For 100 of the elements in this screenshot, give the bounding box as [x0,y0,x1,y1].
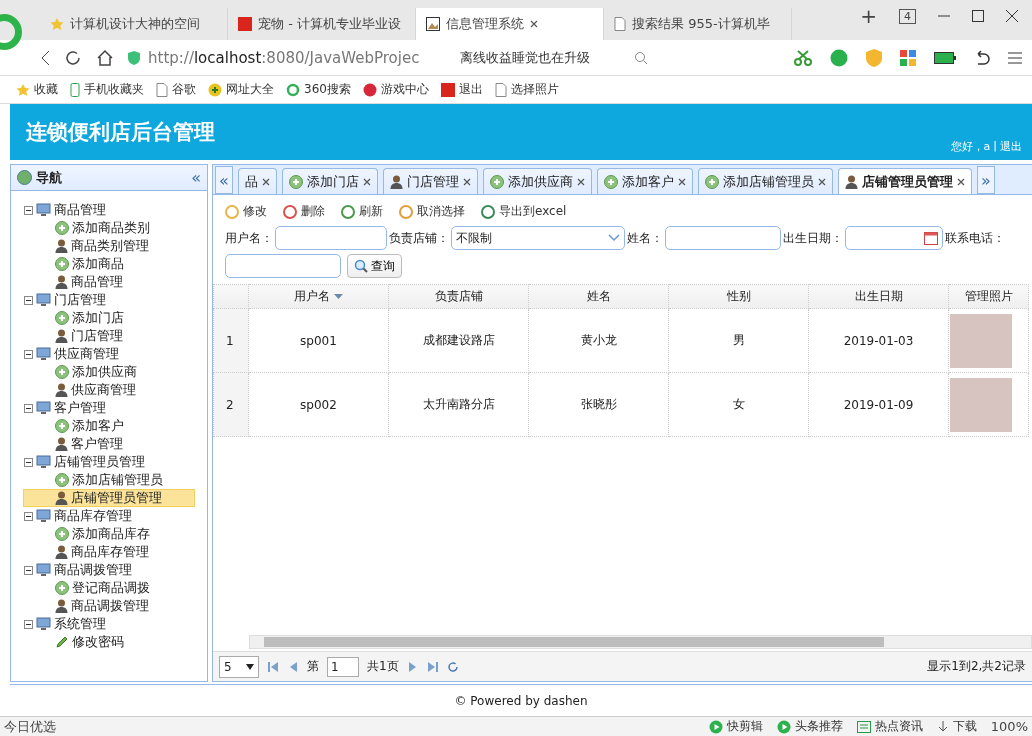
tree-item[interactable]: 添加店铺管理员 [23,471,195,489]
column-header[interactable]: 性别 [668,284,809,309]
collapse-toggle-icon[interactable] [24,457,33,467]
date-field[interactable] [845,226,943,250]
tab[interactable]: 店铺管理员管理 [838,168,972,194]
tree-item[interactable]: 供应商管理 [23,381,195,399]
tab[interactable]: 添加店铺管理员 [698,168,833,194]
toolbar-button[interactable]: 取消选择 [397,201,467,222]
tab[interactable]: 门店管理 [383,168,478,194]
search-field[interactable]: 离线收益睡觉也在升级 [460,48,620,67]
column-header[interactable]: 管理照片 [948,284,1029,309]
input-field[interactable] [275,226,387,250]
scroll-right-button[interactable]: » [977,166,995,194]
browser-tab[interactable]: 信息管理系统 [416,8,604,40]
toolbar-button[interactable]: 修改 [223,201,269,222]
tree-item[interactable]: 添加商品类别 [23,219,195,237]
store-select[interactable]: 不限制 [451,226,625,250]
zoom-level[interactable]: 100% [990,719,1028,734]
close-icon[interactable] [957,177,965,186]
scissors-icon[interactable] [794,49,812,66]
input-field[interactable] [665,226,781,250]
close-icon[interactable] [818,177,826,186]
tree-item[interactable]: 商品类别管理 [23,237,195,255]
tab[interactable]: 添加门店 [282,168,378,194]
status-link[interactable]: 快剪辑 [708,718,763,735]
calendar-icon[interactable] [924,231,938,245]
close-icon[interactable] [363,177,371,186]
collapse-toggle-icon[interactable] [24,205,33,215]
maximize-icon[interactable] [972,10,984,22]
bookmark-link[interactable]: 网址大全 [208,81,274,98]
address-field[interactable]: http://localhost:8080/JavaWebProjec [128,48,446,67]
back-icon[interactable] [40,49,50,66]
collapse-toggle-icon[interactable] [24,511,33,521]
status-link[interactable]: 下载 [936,718,977,735]
column-header[interactable]: 出生日期 [808,284,949,309]
tab[interactable]: 品 [238,168,277,194]
tree-item[interactable]: 商品调拨管理 [23,561,195,579]
battery-icon[interactable] [934,51,956,64]
menu-icon[interactable] [1008,50,1022,65]
bookmark-link[interactable]: 手机收藏夹 [70,81,144,98]
status-link[interactable]: 热点资讯 [856,718,923,735]
search-icon[interactable] [634,50,648,65]
tree-item[interactable]: 门店管理 [23,327,195,345]
toolbar-button[interactable]: 删除 [281,201,327,222]
tree-item[interactable]: 添加门店 [23,309,195,327]
column-header[interactable]: 负责店铺 [388,284,529,309]
close-icon[interactable] [262,177,270,186]
reload-icon[interactable] [64,48,82,67]
collapse-toggle-icon[interactable] [24,565,33,575]
close-icon[interactable] [678,177,686,186]
tree-item[interactable]: 添加商品 [23,255,195,273]
tree-item[interactable]: 系统管理 [23,615,195,633]
status-link[interactable]: 头条推荐 [776,718,843,735]
tree-item[interactable]: 门店管理 [23,291,195,309]
tree-item[interactable]: 添加商品库存 [23,525,195,543]
close-icon[interactable] [463,177,471,186]
bookmark-link[interactable]: 谷歌 [156,81,196,98]
tree-item[interactable]: 商品管理 [23,273,195,291]
tree-item[interactable]: 客户管理 [23,399,195,417]
tree-item[interactable]: 修改密码 [23,633,195,651]
horizontal-scrollbar[interactable] [249,635,1032,649]
query-button[interactable]: 查询 [347,254,402,278]
toolbar-button[interactable]: 导出到excel [479,201,569,222]
tree-item[interactable]: 店铺管理员管理 [23,489,195,507]
tree-item[interactable]: 供应商管理 [23,345,195,363]
tree-item[interactable]: 添加客户 [23,417,195,435]
column-header[interactable]: 姓名 [528,284,669,309]
grid-icon[interactable] [900,49,916,66]
tab[interactable]: 添加供应商 [483,168,592,194]
tree-item[interactable]: 店铺管理员管理 [23,453,195,471]
page-size-select[interactable]: 5 [219,655,259,678]
tree-item[interactable]: 登记商品调拨 [23,579,195,597]
close-icon[interactable] [1006,10,1018,22]
bookmark-link[interactable]: 选择照片 [494,81,559,98]
collapse-button[interactable]: « [191,168,201,187]
tree-item[interactable]: 商品库存管理 [23,507,195,525]
bookmark-link[interactable]: 退出 [440,81,483,98]
bookmark-link[interactable]: 360搜索 [286,81,351,98]
tree-item[interactable]: 商品调拨管理 [23,597,195,615]
bookmark-link[interactable]: 游戏中心 [362,81,429,98]
close-icon[interactable] [577,177,585,186]
input-field[interactable] [225,254,341,278]
toolbar-button[interactable]: 刷新 [339,201,385,222]
collapse-toggle-icon[interactable] [24,619,33,629]
tree-item[interactable]: 商品库存管理 [23,543,195,561]
page-input[interactable]: 1 [327,656,359,677]
tab-count[interactable]: 4 [899,8,916,24]
column-header[interactable]: 用户名 [248,284,389,309]
tree-item[interactable]: 商品管理 [23,201,195,219]
collapse-toggle-icon[interactable] [24,349,33,359]
bookmark-link[interactable]: 收藏 [16,81,58,98]
tab[interactable]: 添加客户 [597,168,693,194]
tree-item[interactable]: 客户管理 [23,435,195,453]
home-icon[interactable] [96,48,114,67]
scroll-left-button[interactable]: « [215,166,233,194]
collapse-toggle-icon[interactable] [24,295,33,305]
close-icon[interactable] [530,20,538,28]
new-tab-button[interactable]: + [860,4,877,28]
tree-item[interactable]: 添加供应商 [23,363,195,381]
collapse-toggle-icon[interactable] [24,403,33,413]
